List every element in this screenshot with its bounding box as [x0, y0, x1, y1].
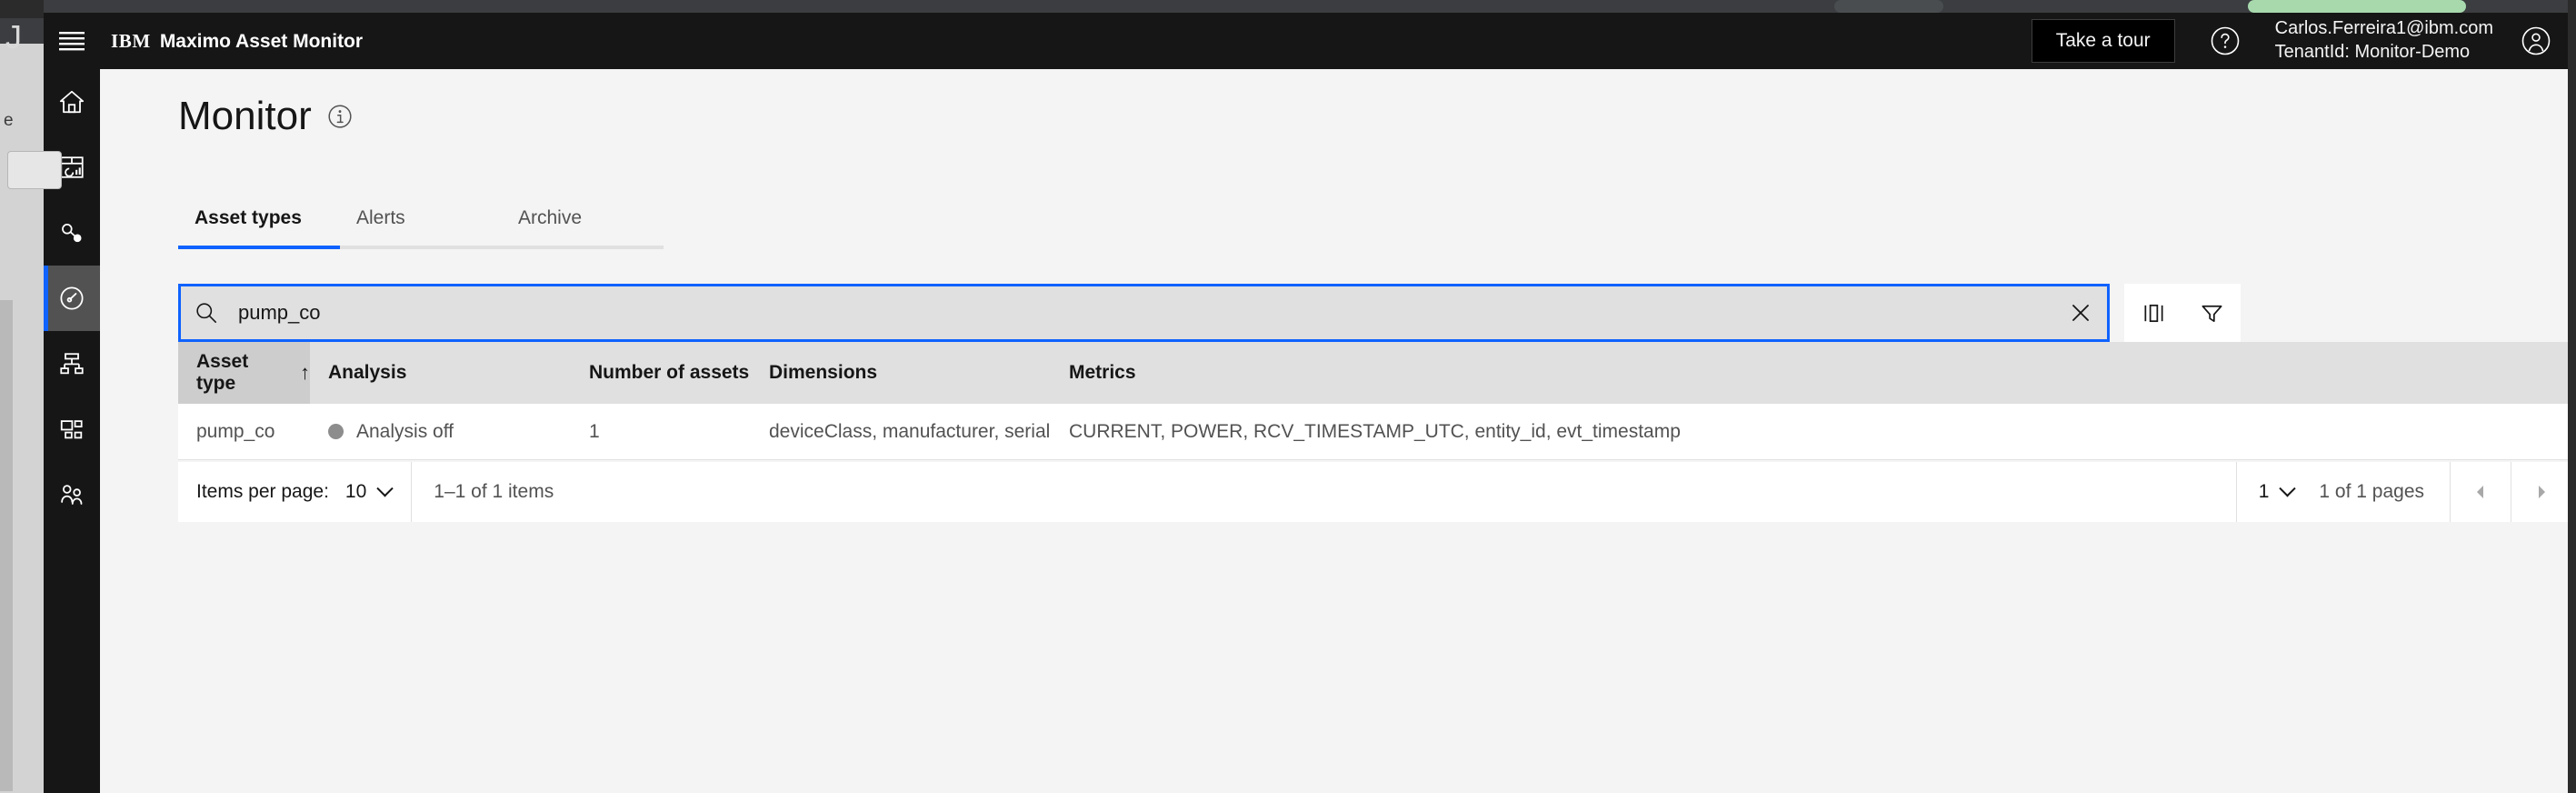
brand-lockup[interactable]: IBM Maximo Asset Monitor	[111, 30, 363, 53]
cell-asset-type: pump_co	[196, 420, 275, 442]
browser-partial-field	[7, 151, 62, 189]
home-icon	[59, 90, 85, 114]
column-header-number-of-assets-label: Number of assets	[589, 362, 750, 383]
browser-pill-dark	[1834, 0, 1943, 13]
cell-dimensions: deviceClass, manufacturer, serialNumber	[769, 420, 1051, 442]
items-per-page-group: Items per page: 10	[178, 462, 411, 522]
column-header-dimensions[interactable]: Dimensions	[751, 342, 1051, 404]
browser-window-left-edge: J e	[0, 0, 62, 793]
table-row[interactable]: pump_co Analysis off 1 deviceClass, manu…	[178, 404, 2568, 460]
tab-alerts-label: Alerts	[356, 207, 405, 228]
browser-titlebar-sliver	[0, 0, 44, 18]
users-group-icon	[61, 485, 83, 505]
filter-button[interactable]	[2182, 284, 2241, 342]
help-button[interactable]	[2201, 13, 2250, 69]
next-page-button[interactable]	[2511, 462, 2568, 522]
chevron-down-icon	[376, 479, 394, 497]
brand-product-text: Maximo Asset Monitor	[159, 30, 364, 52]
column-header-asset-type[interactable]: Asset type ↑	[178, 342, 310, 404]
caret-right-icon	[2539, 486, 2545, 498]
help-circle-icon	[2211, 26, 2239, 55]
tab-asset-types[interactable]: Asset types	[178, 207, 340, 249]
search-field-wrapper[interactable]	[178, 284, 2110, 342]
items-per-page-label: Items per page:	[196, 481, 329, 502]
column-settings-button[interactable]	[2124, 284, 2182, 342]
sidebar-item-devices[interactable]	[44, 200, 100, 266]
sidebar-item-monitor[interactable]	[44, 266, 100, 331]
column-header-number-of-assets[interactable]: Number of assets	[571, 342, 751, 404]
search-input[interactable]	[235, 285, 2052, 341]
column-header-analysis-label: Analysis	[328, 362, 407, 383]
user-avatar-button[interactable]	[2504, 13, 2568, 69]
column-settings-icon	[2143, 304, 2163, 322]
tab-archive[interactable]: Archive	[502, 207, 664, 249]
table-header-row: Asset type ↑ Analysis Number of assets D…	[178, 342, 2568, 404]
column-header-dimensions-label: Dimensions	[769, 362, 878, 383]
chevron-down-icon	[2279, 479, 2297, 497]
app-header: IBM Maximo Asset Monitor Take a tour Car…	[44, 13, 2568, 69]
hamburger-icon	[59, 32, 85, 51]
tab-archive-label: Archive	[518, 207, 583, 228]
user-avatar-icon	[2521, 26, 2551, 55]
page-number-select[interactable]: 1	[2237, 462, 2316, 522]
page-title: Monitor	[178, 94, 312, 138]
cell-number-of-assets: 1	[589, 420, 600, 442]
filter-funnel-icon	[2202, 305, 2222, 322]
browser-window-right-edge	[2568, 0, 2576, 793]
items-per-page-value: 10	[344, 481, 367, 502]
main-content: Monitor Asset types Alerts Archive pump_…	[100, 69, 2568, 793]
grid-tiles-icon	[60, 420, 83, 439]
table-pagination: Items per page: 10 1–1 of 1 items 1 1 of…	[178, 462, 2568, 522]
info-circle-icon[interactable]	[326, 103, 354, 130]
search-toolbar	[178, 284, 2568, 342]
cell-metrics: CURRENT, POWER, RCV_TIMESTAMP_UTC, entit…	[1069, 420, 1681, 442]
browser-scrollbar-sliver[interactable]	[0, 300, 13, 791]
close-x-icon	[2072, 305, 2089, 321]
tab-asset-types-label: Asset types	[195, 207, 302, 228]
items-per-page-select[interactable]: 10	[344, 479, 394, 503]
cell-analysis-label: Analysis off	[356, 420, 454, 442]
toolbar-gap	[2110, 284, 2124, 342]
take-a-tour-button[interactable]: Take a tour	[2031, 19, 2175, 63]
page-number-value: 1	[2258, 481, 2270, 502]
previous-page-button[interactable]	[2451, 462, 2511, 522]
browser-partial-text: e	[4, 111, 14, 130]
browser-partial-glyph: J	[5, 18, 22, 55]
gauge-monitor-icon	[60, 286, 84, 310]
sidebar-item-assets[interactable]	[44, 396, 100, 462]
user-info-block[interactable]: Carlos.Ferreira1@ibm.com TenantId: Monit…	[2275, 17, 2493, 64]
search-icon	[178, 301, 235, 325]
browser-top-strip	[44, 0, 2568, 13]
sidebar-item-home[interactable]	[44, 69, 100, 135]
sort-ascending-icon: ↑	[300, 361, 310, 384]
page-title-row: Monitor	[178, 96, 354, 136]
caret-left-icon	[2477, 486, 2483, 498]
connection-node-icon	[62, 224, 82, 243]
sidebar-item-users[interactable]	[44, 462, 100, 527]
tab-alerts[interactable]: Alerts	[340, 207, 502, 249]
page-number-select-inner[interactable]: 1	[2258, 479, 2297, 503]
analysis-status-dot	[328, 424, 344, 439]
hamburger-menu-button[interactable]	[44, 13, 100, 69]
cell-analysis: Analysis off	[310, 421, 571, 443]
dashboard-icon	[60, 156, 84, 178]
asset-types-table: Asset type ↑ Analysis Number of assets D…	[178, 342, 2568, 460]
browser-pill-green	[2248, 0, 2466, 13]
search-clear-button[interactable]	[2052, 285, 2110, 341]
brand-ibm-text: IBM	[111, 29, 151, 52]
user-tenant: TenantId: Monitor-Demo	[2274, 42, 2471, 62]
pages-total-text: 1 of 1 pages	[2319, 481, 2424, 502]
user-email: Carlos.Ferreira1@ibm.com	[2274, 18, 2493, 39]
column-header-analysis[interactable]: Analysis	[310, 342, 571, 404]
tab-bar: Asset types Alerts Archive	[178, 207, 664, 249]
column-header-asset-type-label: Asset type	[196, 351, 249, 394]
column-header-metrics[interactable]: Metrics	[1051, 342, 2568, 404]
hierarchy-icon	[60, 353, 84, 375]
column-header-metrics-label: Metrics	[1069, 362, 1136, 383]
sidebar-item-hierarchy[interactable]	[44, 331, 100, 396]
items-range-text: 1–1 of 1 items	[434, 481, 554, 502]
